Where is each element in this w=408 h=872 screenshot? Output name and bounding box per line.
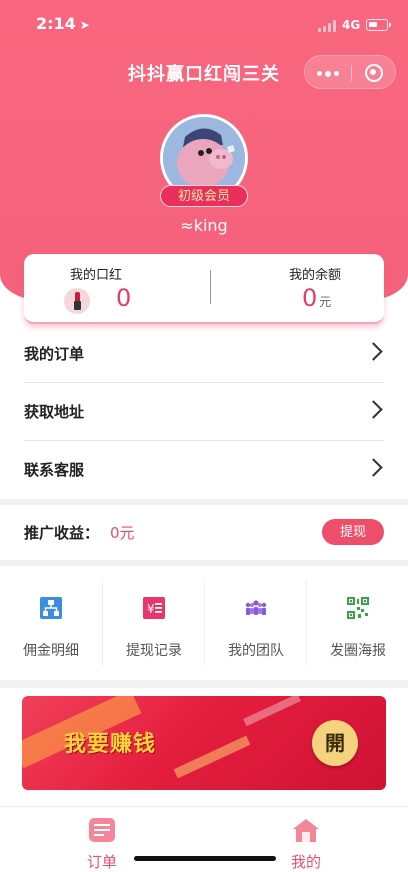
home-indicator (134, 856, 276, 861)
signal-icon (318, 20, 336, 32)
menu-item-address[interactable]: 获取地址 (24, 383, 384, 441)
username: ≈king (180, 216, 228, 235)
status-bar: 2:14 ➤ 4G (0, 0, 408, 44)
menu-item-label: 联系客服 (24, 461, 85, 479)
earn-money-banner[interactable]: 我要赚钱 開 (22, 696, 386, 790)
team-icon (245, 600, 267, 615)
chevron-right-icon (364, 400, 383, 419)
balance-label: 我的余额 (289, 268, 342, 283)
banner-title: 我要赚钱 (64, 732, 157, 757)
open-button[interactable]: 開 (312, 720, 358, 766)
withdraw-record-icon: ¥ (143, 597, 165, 619)
promotion-label: 推广收益： (24, 524, 100, 542)
tab-orders[interactable]: 订单 (0, 813, 204, 871)
grid-item-label: 发圈海报 (330, 643, 386, 659)
order-icon (89, 818, 115, 842)
lipstick-label: 我的口红 (70, 268, 123, 283)
mini-program-capsule (304, 55, 396, 89)
balance-value[interactable]: 0元 (302, 284, 331, 312)
tab-mine[interactable]: 我的 (204, 813, 408, 871)
status-time: 2:14 ➤ (36, 14, 90, 33)
balance-amount: 0 (302, 284, 318, 312)
stats-card: 我的口红 0 我的余额 0元 (24, 254, 384, 324)
member-level-badge: 初级会员 (160, 185, 248, 207)
balance-unit: 元 (319, 295, 332, 309)
tab-label: 订单 (86, 853, 117, 871)
grid-item-label: 佣金明细 (23, 643, 79, 659)
menu-item-label: 获取地址 (24, 403, 85, 421)
commission-icon (40, 597, 62, 619)
grid-item-team[interactable]: 我的团队 (204, 580, 306, 666)
home-icon (293, 819, 319, 842)
capsule-divider (351, 65, 352, 81)
chevron-right-icon (364, 458, 383, 477)
grid-item-label: 我的团队 (228, 643, 284, 659)
svg-text:¥: ¥ (147, 602, 155, 616)
menu-item-orders[interactable]: 我的订单 (24, 325, 384, 383)
feature-grid: 佣金明细 ¥ 提现记录 我的团队 发圈海报 (0, 566, 408, 678)
menu-item-customer-service[interactable]: 联系客服 (24, 441, 384, 499)
grid-item-poster[interactable]: 发圈海报 (306, 580, 408, 666)
grid-item-commission[interactable]: 佣金明细 (0, 580, 102, 666)
chevron-right-icon (364, 342, 383, 361)
grid-item-withdraw-record[interactable]: ¥ 提现记录 (102, 580, 204, 666)
menu-item-label: 我的订单 (24, 345, 85, 363)
lipstick-icon (64, 288, 90, 314)
battery-icon (366, 19, 391, 31)
more-icon[interactable] (317, 70, 339, 77)
grid-item-label: 提现记录 (126, 643, 182, 659)
lipstick-count[interactable]: 0 (116, 284, 131, 312)
close-mini-program-icon[interactable] (365, 64, 383, 82)
tab-label: 我的 (290, 853, 321, 871)
location-icon: ➤ (79, 18, 90, 32)
withdraw-button[interactable]: 提现 (322, 519, 384, 545)
network-type: 4G (342, 18, 361, 32)
tab-bar: 订单 我的 (0, 806, 408, 872)
qrcode-icon (347, 597, 369, 619)
section-divider (0, 680, 408, 688)
banner-decoration (243, 696, 301, 727)
promotion-value: 0元 (110, 524, 135, 542)
section-divider (0, 499, 408, 505)
stats-divider (210, 270, 211, 304)
banner-decoration (173, 735, 251, 779)
